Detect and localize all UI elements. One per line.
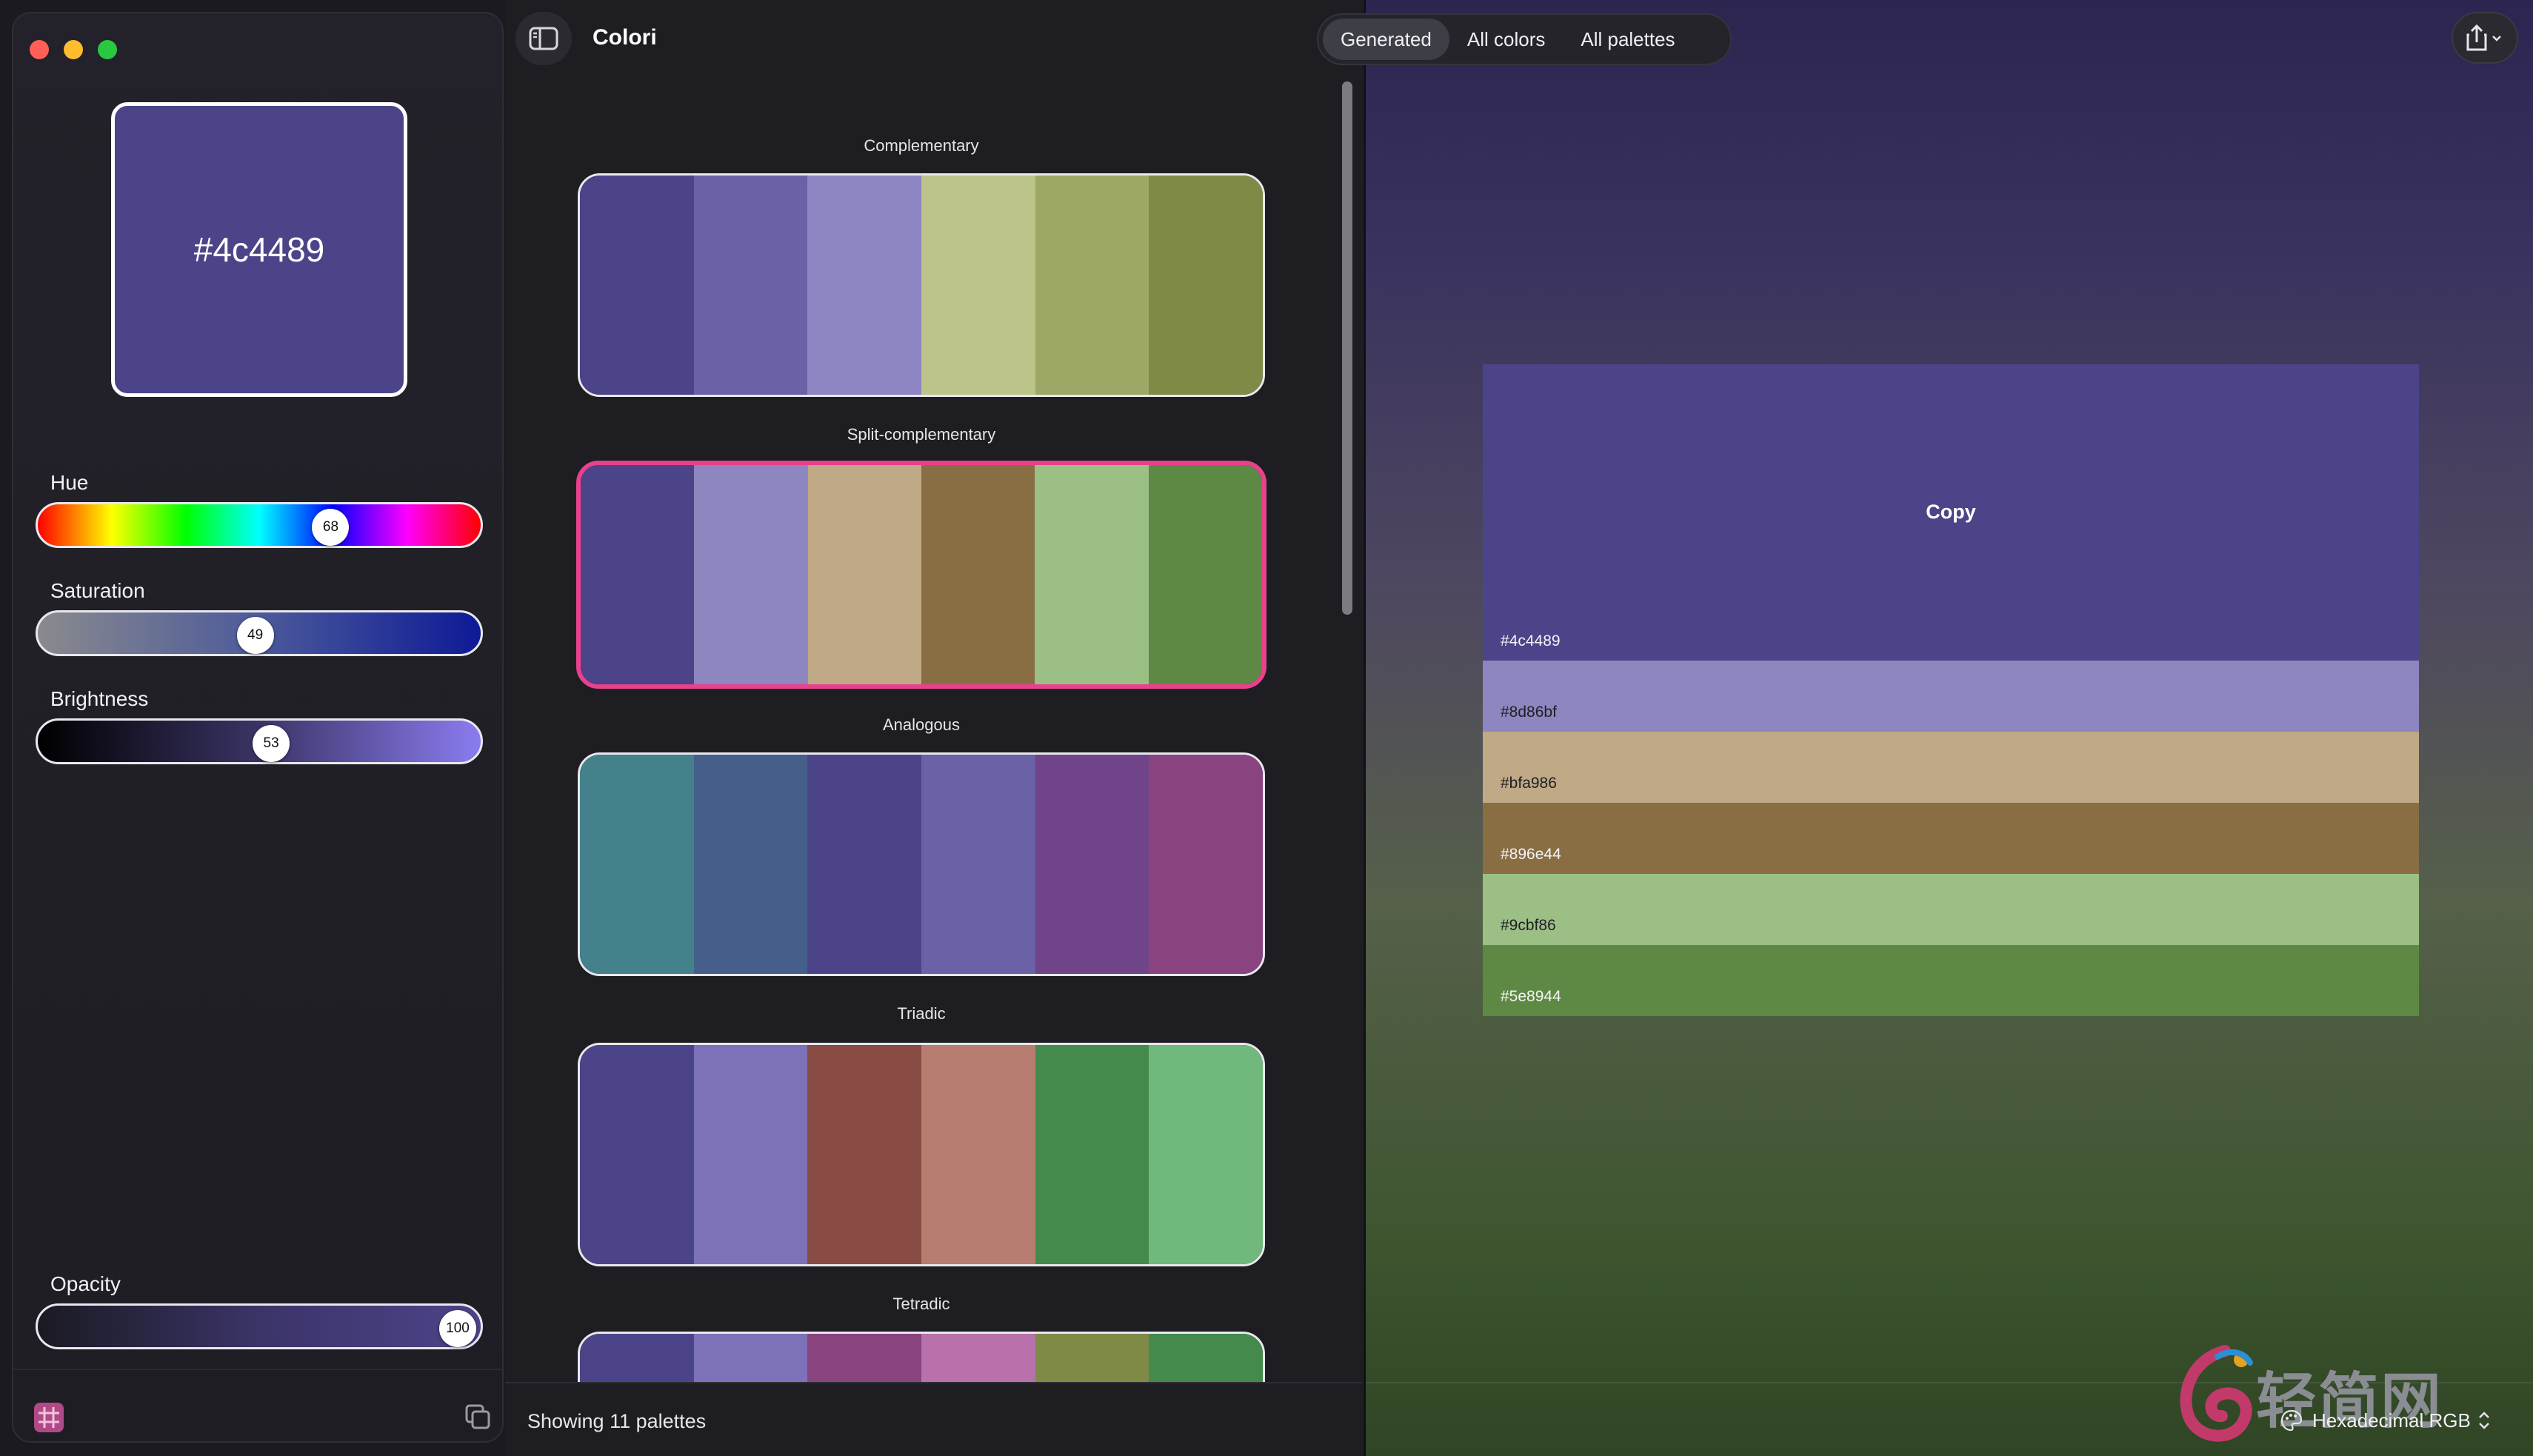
detail-color-hex: #9cbf86 [1501, 917, 1556, 934]
hue-slider[interactable]: 68 [36, 502, 483, 548]
app-title: Colori [593, 25, 657, 50]
color-swatch[interactable] [1035, 755, 1149, 974]
swirl-logo-icon [2180, 1345, 2253, 1442]
palette-title: Tetradic [892, 1295, 950, 1313]
palette-title: Complementary [864, 136, 979, 155]
palette-list-footer: Showing 11 palettes [505, 1382, 1363, 1456]
format-selector-label: Hexadecimal RGB [2312, 1409, 2471, 1432]
color-swatch[interactable] [1035, 176, 1149, 395]
window-zoom-button[interactable] [98, 40, 117, 59]
tab-all-palettes[interactable]: All palettes [1563, 19, 1692, 60]
sidebar-icon [529, 27, 558, 50]
hue-label: Hue [50, 471, 89, 494]
color-swatch[interactable] [1035, 1045, 1149, 1264]
color-swatch[interactable] [580, 176, 694, 395]
opacity-label: Opacity [50, 1272, 121, 1295]
current-color-preview[interactable]: #4c4489 [111, 102, 407, 397]
color-swatch[interactable] [921, 1045, 1035, 1264]
palette-count: Showing 11 palettes [527, 1410, 707, 1432]
palette-detail-stack: Copy #4c4489 #8d86bf #bfa986 #896e44 #9cbf86 #… [1483, 364, 2419, 1016]
window-minimize-button[interactable] [64, 40, 83, 59]
palette-title: Analogous [883, 715, 960, 734]
opacity-slider[interactable]: 100 [36, 1303, 483, 1349]
palette-title: Triadic [897, 1004, 946, 1023]
window-close-button[interactable] [30, 40, 49, 59]
color-swatch[interactable] [807, 176, 922, 395]
detail-color-hex: #4c4489 [1501, 632, 1561, 649]
detail-color-band[interactable]: #5e8944 [1483, 945, 2419, 1016]
color-swatch[interactable] [921, 755, 1035, 974]
color-swatch[interactable] [1149, 755, 1263, 974]
color-swatch[interactable] [1149, 176, 1263, 395]
opacity-slider-knob[interactable]: 100 [439, 1310, 476, 1347]
chevron-up-down-icon [2478, 1412, 2489, 1429]
share-icon [2466, 24, 2501, 51]
scrollbar[interactable] [1342, 81, 1352, 615]
color-editor-panel: #4c4489 Hue 68 Saturation 49 Brightness … [12, 12, 504, 1443]
brightness-label: Brightness [50, 687, 149, 710]
brightness-slider-knob[interactable]: 53 [253, 725, 290, 762]
detail-color-hex: #896e44 [1501, 846, 1561, 863]
detail-color-band[interactable]: #896e44 [1483, 803, 2419, 874]
detail-color-band[interactable]: #bfa986 [1483, 732, 2419, 803]
palette-icon [2280, 1409, 2303, 1432]
color-swatch[interactable] [693, 176, 808, 395]
detail-color-band[interactable]: #8d86bf [1483, 661, 2419, 732]
color-swatch[interactable] [1035, 465, 1149, 684]
detail-color-hex: #bfa986 [1501, 775, 1557, 792]
hashtag-grid-icon[interactable] [34, 1403, 64, 1432]
copy-button[interactable]: Copy [1483, 501, 2419, 524]
tab-all-colors[interactable]: All colors [1449, 19, 1563, 60]
color-swatch[interactable] [693, 1045, 808, 1264]
color-swatch[interactable] [807, 1045, 922, 1264]
share-button[interactable] [2452, 12, 2518, 64]
current-color-hex: #4c4489 [193, 230, 325, 269]
brightness-slider[interactable]: 53 [36, 718, 483, 764]
color-swatch[interactable] [694, 465, 808, 684]
color-swatch[interactable] [807, 755, 922, 974]
palette-card-triadic[interactable] [578, 1043, 1265, 1266]
detail-color-hex: #8d86bf [1501, 704, 1557, 721]
color-swatch[interactable] [581, 465, 695, 684]
color-swatch[interactable] [921, 465, 1035, 684]
palette-card-complementary[interactable] [578, 173, 1265, 397]
color-swatch[interactable] [580, 1045, 694, 1264]
detail-color-band[interactable]: Copy #4c4489 [1483, 364, 2419, 661]
color-swatch[interactable] [1149, 1045, 1263, 1264]
color-swatch[interactable] [921, 176, 1035, 395]
divider [13, 1369, 502, 1370]
color-swatch[interactable] [580, 755, 694, 974]
saturation-label: Saturation [50, 579, 145, 602]
copy-stack-icon[interactable] [464, 1403, 492, 1431]
hue-slider-knob[interactable]: 68 [312, 509, 350, 546]
palette-card-analogous[interactable] [578, 752, 1265, 976]
palette-list-panel: Colori Complementary Split-complementary… [505, 0, 1363, 1456]
palette-detail-panel: Generated All colors All palettes Copy #4… [1317, 0, 2533, 1456]
detail-color-hex: #5e8944 [1501, 988, 1561, 1005]
detail-color-band[interactable]: #9cbf86 [1483, 874, 2419, 945]
color-swatch[interactable] [807, 465, 921, 684]
format-selector[interactable]: Hexadecimal RGB [2280, 1409, 2492, 1432]
saturation-slider-knob[interactable]: 49 [236, 617, 274, 654]
sidebar-toggle-button[interactable] [515, 12, 572, 65]
palette-title: Split-complementary [847, 425, 996, 444]
saturation-slider[interactable]: 49 [36, 610, 483, 656]
color-swatch[interactable] [1148, 465, 1262, 684]
color-swatch[interactable] [693, 755, 808, 974]
tab-generated[interactable]: Generated [1323, 19, 1449, 60]
palette-card-split-complementary[interactable] [576, 461, 1266, 689]
view-tab-group: Generated All colors All palettes [1317, 13, 1732, 65]
